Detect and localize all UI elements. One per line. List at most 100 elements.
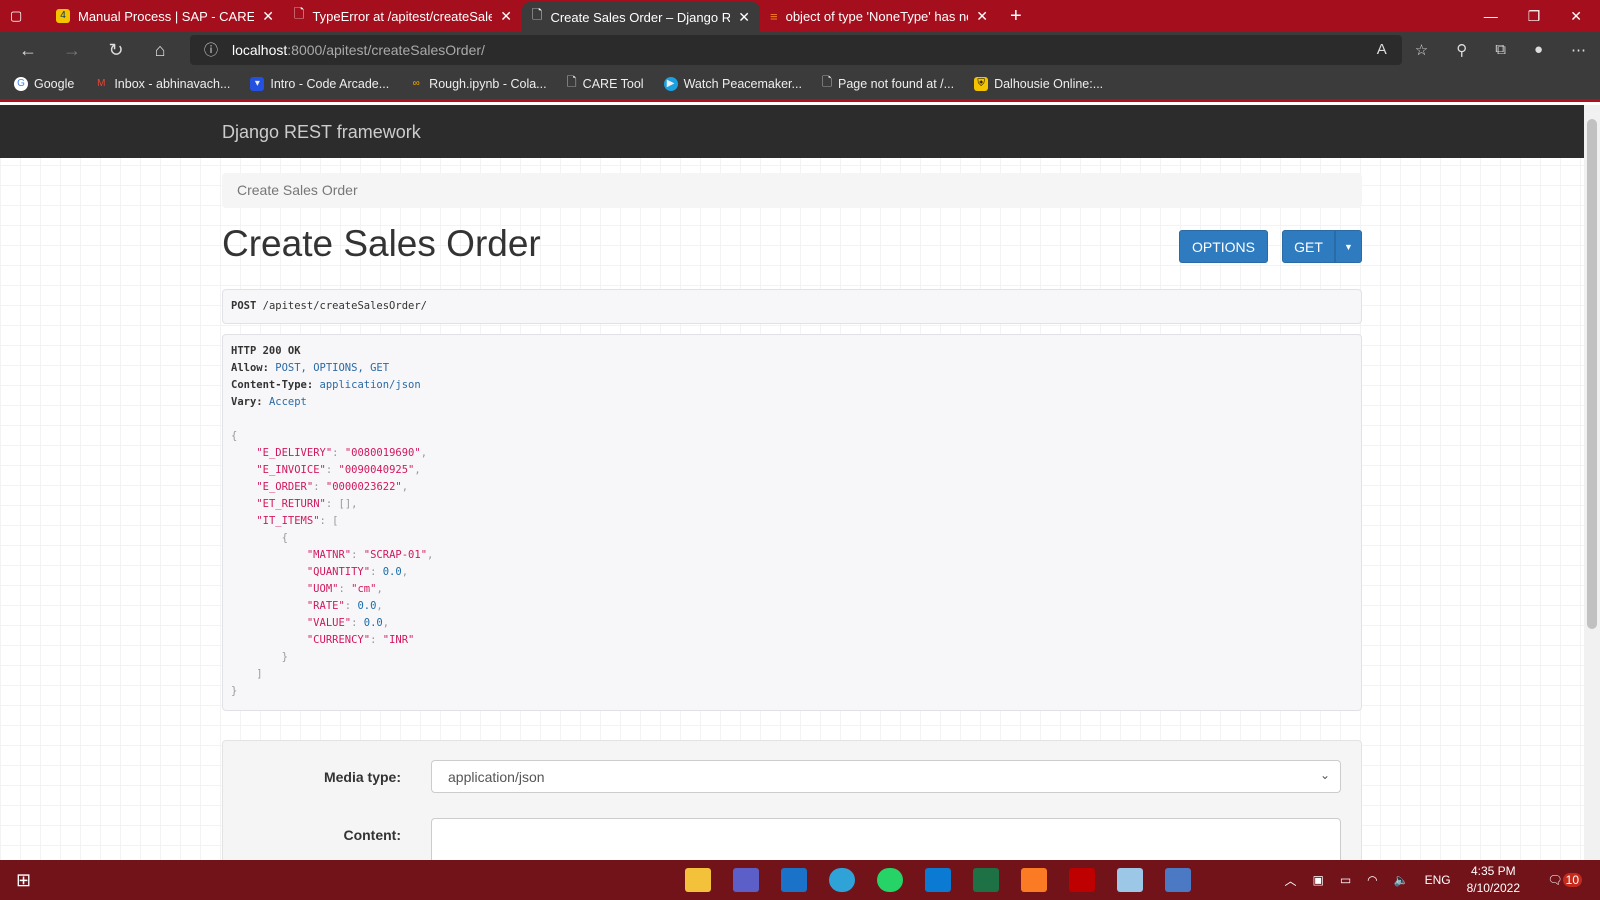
close-tab-icon[interactable]: ✕ [976, 8, 988, 25]
media-type-select[interactable]: application/json ⌄ [431, 760, 1341, 793]
response-info: HTTP 200 OK Allow: POST, OPTIONS, GET Co… [222, 334, 1362, 711]
vary-value: Accept [268, 396, 307, 408]
gmail-icon: M [97, 77, 106, 89]
get-format-dropdown[interactable]: ▼ [1335, 230, 1362, 263]
bookmark-label: Dalhousie Online:... [994, 76, 1104, 91]
tab-create-sales-order[interactable]: 🗋 Create Sales Order – Django REST framew… [522, 2, 760, 32]
breadcrumb: Create Sales Order [222, 173, 1362, 208]
scrollbar-thumb[interactable] [1587, 119, 1597, 629]
xampp-icon[interactable] [1021, 868, 1047, 892]
tab-bar: ▢ 4 Manual Process | SAP - CARE ✕ 🗋 TypeErr… [0, 0, 1600, 32]
tab-sap-care[interactable]: 4 Manual Process | SAP - CARE ✕ [46, 0, 284, 32]
content-textarea[interactable] [431, 818, 1341, 860]
bookmark-gmail[interactable]: M Inbox - abhinavach... [94, 77, 230, 91]
windows-start-icon[interactable]: ⊞ [16, 870, 31, 891]
media-type-label: Media type: [323, 769, 401, 785]
minimize-icon[interactable]: — [1484, 8, 1498, 25]
get-button[interactable]: GET [1282, 230, 1335, 263]
page-content: Django REST framework Create Sales Order… [0, 105, 1584, 860]
refresh-icon[interactable]: ↻ [94, 40, 138, 61]
mail-icon[interactable] [781, 868, 807, 892]
close-window-icon[interactable]: ✕ [1570, 8, 1582, 25]
profile-avatar[interactable]: ● [1534, 41, 1543, 59]
bookmark-page-not-found[interactable]: 🗋 Page not found at /... [822, 73, 954, 94]
forward-icon[interactable]: → [50, 40, 94, 61]
tab-typeerror[interactable]: 🗋 TypeError at /apitest/createSalesOrder ✕ [284, 0, 522, 32]
media-type-value: application/json [448, 769, 545, 785]
volume-icon[interactable]: 🔈 [1394, 873, 1409, 887]
extensions-icon[interactable]: ⧉ [1495, 41, 1506, 59]
back-icon[interactable]: ← [6, 40, 50, 61]
close-tab-icon[interactable]: ✕ [738, 9, 750, 26]
bookmark-care-tool[interactable]: 🗋 CARE Tool [567, 73, 644, 94]
network-app-icon[interactable] [1165, 868, 1191, 892]
quantity-value: 0.0 [382, 566, 402, 578]
battery-icon[interactable]: ▭ [1340, 873, 1351, 887]
code-arcade-icon: ▾ [250, 76, 265, 91]
request-method: POST [231, 300, 257, 312]
file-explorer-icon[interactable] [685, 868, 711, 892]
address-bar-row: ← → ↻ ⌂ ⓘ localhost:8000/apitest/createSa… [0, 32, 1600, 68]
play-icon: ▶ [663, 76, 678, 91]
vary-label: Vary: [231, 396, 263, 408]
bookmark-peacemaker[interactable]: ▶ Watch Peacemaker... [663, 76, 802, 91]
close-tab-icon[interactable]: ✕ [500, 8, 512, 25]
google-icon: G [14, 76, 28, 91]
e-order-value: 0000023622 [332, 481, 396, 493]
notepad-icon[interactable] [1117, 868, 1143, 892]
wifi-icon[interactable]: ◠ [1367, 873, 1377, 887]
close-tab-icon[interactable]: ✕ [262, 8, 274, 25]
home-icon[interactable]: ⌂ [138, 40, 182, 61]
caret-down-icon: ▼ [1344, 241, 1353, 252]
vscode-icon[interactable] [925, 868, 951, 892]
page-icon: 🗋 [566, 75, 577, 89]
rate-value: 0.0 [357, 600, 377, 612]
extension-icon[interactable]: ⚲ [1456, 41, 1467, 59]
tab-title: TypeError at /apitest/createSalesOrder [312, 8, 493, 24]
tab-title: Create Sales Order – Django REST framewo… [550, 9, 731, 25]
bookmark-label: Rough.ipynb - Cola... [429, 76, 547, 91]
notifications-icon[interactable]: 🗨 10 [1547, 873, 1582, 887]
tab-title: Manual Process | SAP - CARE [78, 8, 255, 24]
bookmark-label: Intro - Code Arcade... [270, 76, 390, 91]
excel-icon[interactable] [973, 868, 999, 892]
page-scrollbar[interactable] [1584, 105, 1600, 860]
breadcrumb-item[interactable]: Create Sales Order [237, 182, 358, 198]
bookmark-code-arcade[interactable]: ▾ Intro - Code Arcade... [250, 76, 390, 91]
teams-icon[interactable] [733, 868, 759, 892]
bookmarks-bar: G Google M Inbox - abhinavach... ▾ Intro - … [0, 68, 1600, 102]
url-host: localhost [232, 42, 288, 58]
meet-now-icon[interactable]: ▣ [1312, 873, 1323, 887]
read-aloud-icon[interactable]: A [1377, 41, 1387, 59]
whatsapp-icon[interactable] [877, 868, 903, 892]
currency-value: INR [389, 634, 409, 646]
filezilla-icon[interactable] [1069, 868, 1095, 892]
tab-nonetype[interactable]: ≡ object of type 'NoneType' has no len() ✕ [760, 0, 998, 32]
request-info: POST /apitest/createSalesOrder/ [222, 289, 1362, 324]
url-input[interactable]: ⓘ localhost:8000/apitest/createSalesOrder… [190, 35, 1402, 65]
bookmark-label: Inbox - abhinavach... [114, 76, 231, 91]
more-icon[interactable]: ⋯ [1571, 41, 1586, 59]
bookmark-label: Watch Peacemaker... [683, 76, 802, 91]
bookmark-google[interactable]: G Google [14, 76, 74, 91]
page-icon: 🗋 [294, 6, 305, 21]
tab-title: object of type 'NoneType' has no len() [785, 8, 969, 24]
tab-actions-icon[interactable]: ▢ [0, 0, 46, 32]
edge-icon[interactable] [829, 868, 855, 892]
time: 4:35 PM [1470, 864, 1516, 878]
new-tab-button[interactable]: + [998, 5, 1034, 28]
navbar-brand[interactable]: Django REST framework [222, 122, 421, 142]
restore-icon[interactable]: ❐ [1528, 8, 1541, 25]
chevron-up-icon[interactable]: ︿ [1284, 872, 1296, 889]
content-form: Media type: application/json ⌄ Content: [222, 740, 1362, 860]
taskbar: ⊞ ︿ ▣ ▭ ◠ 🔈 ENG 4:35 PM 8/10/2022 🗨 10 [0, 860, 1600, 900]
language-indicator[interactable]: ENG [1425, 873, 1451, 887]
favorite-icon[interactable]: ☆ [1415, 41, 1428, 59]
bookmark-dalhousie[interactable]: ⛨ Dalhousie Online:... [974, 76, 1104, 91]
info-icon: ⓘ [204, 42, 218, 58]
clock[interactable]: 4:35 PM 8/10/2022 [1467, 863, 1520, 897]
page-title: Create Sales Order [222, 223, 541, 264]
bookmark-colab[interactable]: ∞ Rough.ipynb - Cola... [409, 76, 547, 91]
colab-icon: ∞ [412, 77, 420, 89]
options-button[interactable]: OPTIONS [1179, 230, 1268, 263]
